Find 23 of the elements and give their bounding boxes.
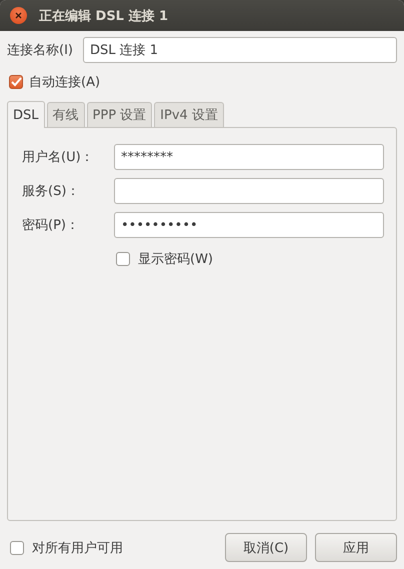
text-field[interactable] [114,178,384,204]
text-field[interactable]: •••••••••• [114,212,384,238]
auto-connect-checkbox[interactable] [9,75,23,89]
dialog-button[interactable]: 应用 [315,533,397,562]
window-title: 正在编辑 DSL 连接 1 [39,8,168,24]
checkbox-label: 自动连接(A) [29,74,100,91]
tab[interactable]: PPP 设置 [86,102,152,127]
dialog-button[interactable]: 取消(C) [225,533,307,562]
field-label: 服务(S)： [21,183,80,200]
text-field[interactable]: ******** [114,144,384,170]
field-label: 用户名(U)： [21,149,95,166]
checkbox-label: 对所有用户可用 [32,540,123,556]
tab[interactable]: DSL [7,101,45,128]
field-label: 密码(P)： [21,217,80,234]
checkmark-icon [10,77,22,87]
all-users-checkbox[interactable] [10,540,24,554]
tab[interactable]: IPv4 设置 [154,102,224,127]
checkbox-label: 显示密码(W) [138,251,213,268]
tab[interactable]: 有线 [46,102,85,127]
field-label: 连接名称(I) [7,42,73,59]
connection-name-field[interactable]: DSL 连接 1 [82,37,397,63]
show-password-checkbox[interactable] [116,252,130,266]
close-icon[interactable] [10,7,27,24]
